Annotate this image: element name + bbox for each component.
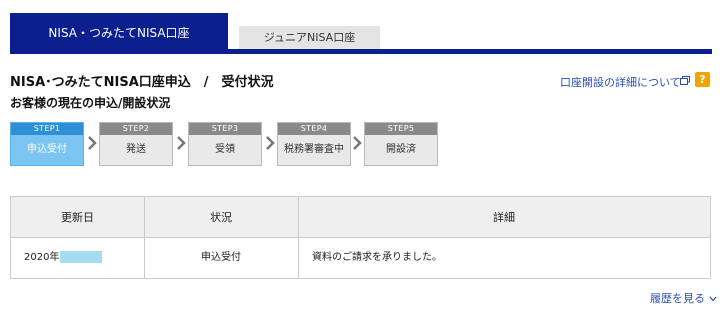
step-number: STEP5: [365, 123, 437, 135]
step-number: STEP4: [278, 123, 350, 135]
status-table: 更新日 状況 詳細 2020年 申込受付 資料のご請求を承りました。: [10, 196, 711, 279]
tab-underline-bar: [10, 49, 712, 54]
step-3: STEP3 受領: [188, 122, 262, 166]
account-tabs: NISA・つみたてNISA口座 ジュニアNISA口座: [10, 13, 712, 54]
header-status: 状況: [144, 197, 298, 238]
step-1: STEP1 申込受付: [10, 122, 84, 166]
cell-status: 申込受付: [201, 252, 241, 263]
step-4: STEP4 税務署審査中: [277, 122, 351, 166]
chevron-down-icon: [709, 296, 716, 302]
cell-updated-date: 2020年: [24, 238, 142, 278]
step-label: 税務署審査中: [284, 144, 344, 155]
chevron-right-icon: [266, 136, 275, 150]
header-updated-date: 更新日: [11, 197, 144, 238]
column-divider: [298, 197, 299, 278]
account-details-link[interactable]: 口座開設の詳細について: [560, 74, 681, 90]
view-history-link[interactable]: 履歴を見る: [650, 290, 717, 306]
step-number: STEP3: [189, 123, 261, 135]
chevron-right-icon: [177, 136, 186, 150]
date-text: 2020年: [24, 252, 60, 263]
history-link-label: 履歴を見る: [650, 292, 705, 305]
tab-junior-nisa[interactable]: ジュニアNISA口座: [239, 26, 380, 49]
step-5: STEP5 開設済: [364, 122, 438, 166]
step-number: STEP2: [100, 123, 172, 135]
page-subtitle: お客様の現在の申込/開設状況: [10, 96, 171, 110]
redacted-date-mask: [60, 251, 103, 263]
chevron-right-icon: [353, 136, 362, 150]
step-label: 開設済: [386, 144, 416, 155]
external-window-icon[interactable]: [680, 76, 690, 85]
step-label: 申込受付: [27, 144, 67, 155]
step-2: STEP2 発送: [99, 122, 173, 166]
tab-nisa-tsumitate[interactable]: NISA・つみたてNISA口座: [10, 13, 228, 54]
step-number: STEP1: [11, 123, 83, 135]
header-detail: 詳細: [298, 197, 710, 238]
chevron-right-icon: [88, 136, 97, 150]
step-label: 発送: [126, 144, 146, 155]
help-question-icon[interactable]: ?: [695, 72, 710, 87]
cell-detail: 資料のご請求を承りました。: [312, 252, 442, 263]
page-title: NISA･つみたてNISA口座申込 / 受付状況: [10, 75, 274, 90]
step-label: 受領: [215, 144, 235, 155]
